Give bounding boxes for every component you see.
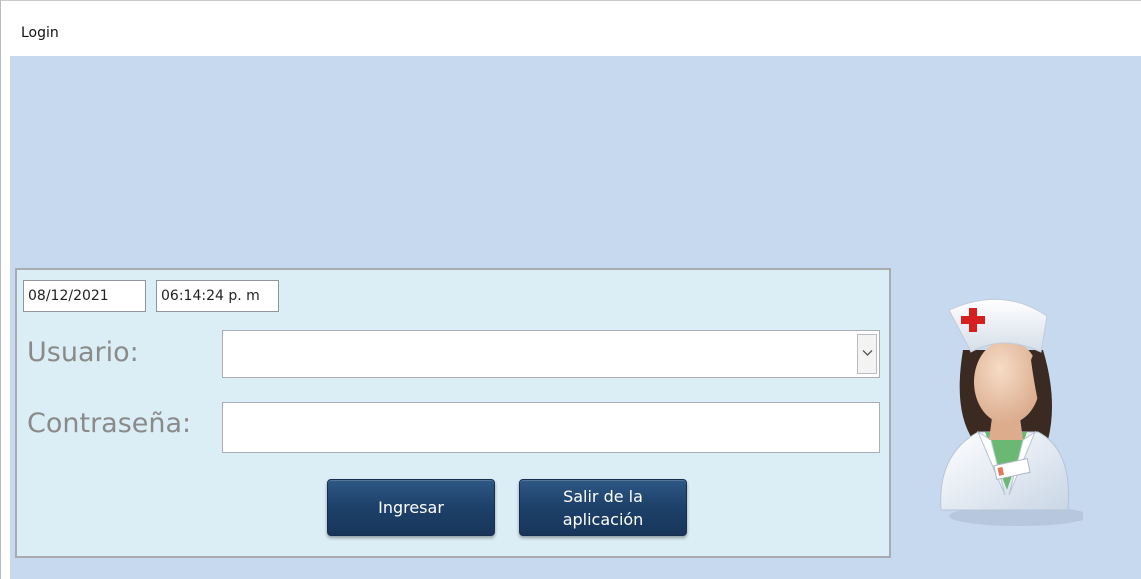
login-button[interactable]: Ingresar [327, 479, 495, 536]
username-label: Usuario: [27, 337, 139, 368]
password-label: Contraseña: [27, 408, 192, 439]
chevron-down-icon [862, 350, 873, 356]
login-window: Login 08/12/2021 06:14:24 p. m Usuario: … [0, 0, 1141, 579]
username-combobox[interactable] [222, 330, 880, 378]
nurse-avatar-icon [940, 298, 1083, 526]
date-field: 08/12/2021 [23, 280, 146, 312]
time-field: 06:14:24 p. m [156, 280, 279, 312]
login-button-label: Ingresar [378, 498, 444, 517]
window-title: Login [21, 25, 59, 41]
password-field[interactable] [222, 402, 880, 453]
exit-button-label: Salir de la aplicación [562, 486, 644, 529]
username-dropdown-button[interactable] [857, 334, 877, 374]
exit-application-button[interactable]: Salir de la aplicación [519, 479, 687, 536]
window-titlebar: Login [1, 0, 1141, 56]
